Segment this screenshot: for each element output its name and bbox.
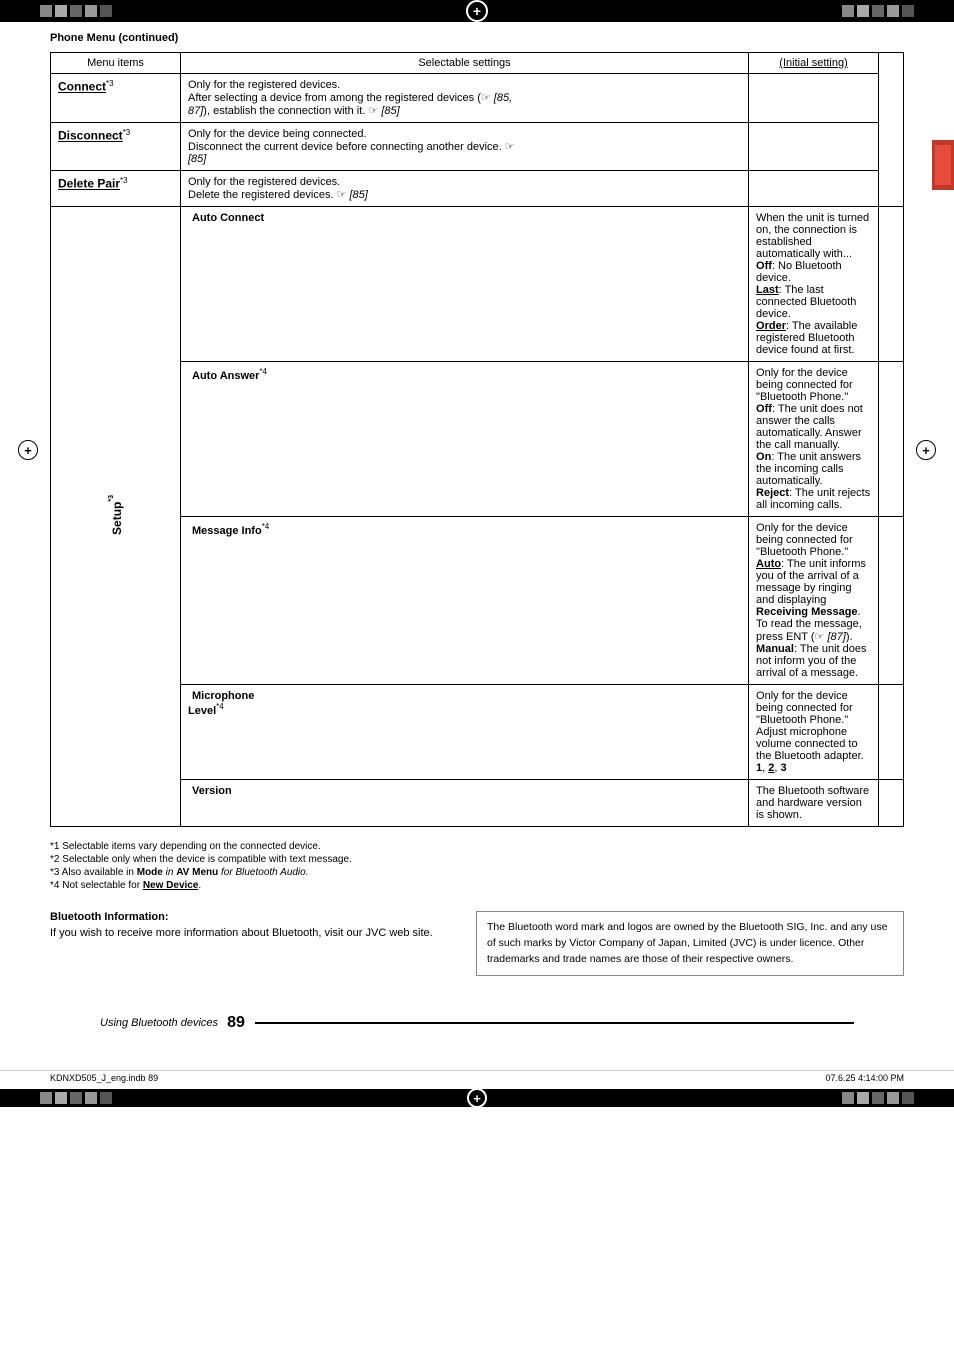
settings-auto-answer: Only for the device being connected for … (749, 362, 879, 517)
col-header-settings: Selectable settings (181, 53, 749, 74)
settings-version: The Bluetooth software and hardware vers… (749, 780, 879, 827)
settings-delete-pair: Only for the registered devices. Delete … (181, 171, 749, 207)
bluetooth-right-text: The Bluetooth word mark and logos are ow… (476, 911, 904, 976)
menu-item-connect: Connect*3 (51, 74, 181, 123)
initial-delete-pair (749, 171, 879, 207)
nav-line (255, 1022, 854, 1024)
menu-item-auto-connect: Auto Connect (181, 207, 749, 362)
col-header-menu: Menu items (51, 53, 181, 74)
margin-target-right: + (916, 440, 936, 460)
page-number: 89 (227, 1014, 245, 1032)
bluetooth-section: Bluetooth Information: If you wish to re… (50, 911, 904, 976)
page-tab (932, 140, 954, 190)
phone-menu-table: Menu items Selectable settings (Initial … (50, 52, 904, 827)
initial-microphone-level (879, 685, 904, 780)
menu-item-delete-pair: Delete Pair*3 (51, 171, 181, 207)
settings-auto-connect: When the unit is turned on, the connecti… (749, 207, 879, 362)
footer-info: KDNXD505_J_eng.indb 89 07.6.25 4:14:00 P… (0, 1070, 954, 1085)
menu-item-microphone-level: MicrophoneLevel*4 (181, 685, 749, 780)
menu-item-message-info: Message Info*4 (181, 517, 749, 685)
col-header-initial: (Initial setting) (749, 53, 879, 74)
bluetooth-title: Bluetooth Information: (50, 911, 456, 923)
nav-label: Using Bluetooth devices (100, 1017, 218, 1029)
menu-item-version: Version (181, 780, 749, 827)
section-title: Phone Menu (continued) (50, 32, 904, 44)
initial-disconnect (749, 123, 879, 171)
footnote-4: *4 Not selectable for New Device. (50, 880, 904, 891)
menu-item-auto-answer: Auto Answer*4 (181, 362, 749, 517)
table-row: Delete Pair*3 Only for the registered de… (51, 171, 904, 207)
settings-connect: Only for the registered devices. After s… (181, 74, 749, 123)
footnote-1: *1 Selectable items vary depending on th… (50, 841, 904, 852)
table-row: Disconnect*3 Only for the device being c… (51, 123, 904, 171)
footer-right: 07.6.25 4:14:00 PM (825, 1073, 904, 1083)
initial-version (879, 780, 904, 827)
setup-group-label-cell: Setup*3 (51, 207, 181, 827)
table-row: Connect*3 Only for the registered device… (51, 74, 904, 123)
footnote-2: *2 Selectable only when the device is co… (50, 854, 904, 865)
bottom-navigation: Using Bluetooth devices 89 (50, 1006, 904, 1040)
footer-left: KDNXD505_J_eng.indb 89 (50, 1073, 158, 1083)
menu-item-disconnect: Disconnect*3 (51, 123, 181, 171)
bluetooth-left-text: If you wish to receive more information … (50, 927, 456, 939)
initial-auto-answer (879, 362, 904, 517)
margin-target-left: + (18, 440, 38, 460)
initial-connect (749, 74, 879, 123)
footnotes: *1 Selectable items vary depending on th… (50, 841, 904, 891)
settings-message-info: Only for the device being connected for … (749, 517, 879, 685)
initial-message-info (879, 517, 904, 685)
footnote-3: *3 Also available in Mode in AV Menu for… (50, 867, 904, 878)
initial-auto-connect (879, 207, 904, 362)
setup-label: Setup*3 (108, 495, 124, 535)
settings-microphone-level: Only for the device being connected for … (749, 685, 879, 780)
table-row: Setup*3 Auto Connect When the unit is tu… (51, 207, 904, 362)
settings-disconnect: Only for the device being connected. Dis… (181, 123, 749, 171)
bluetooth-left: Bluetooth Information: If you wish to re… (50, 911, 456, 939)
